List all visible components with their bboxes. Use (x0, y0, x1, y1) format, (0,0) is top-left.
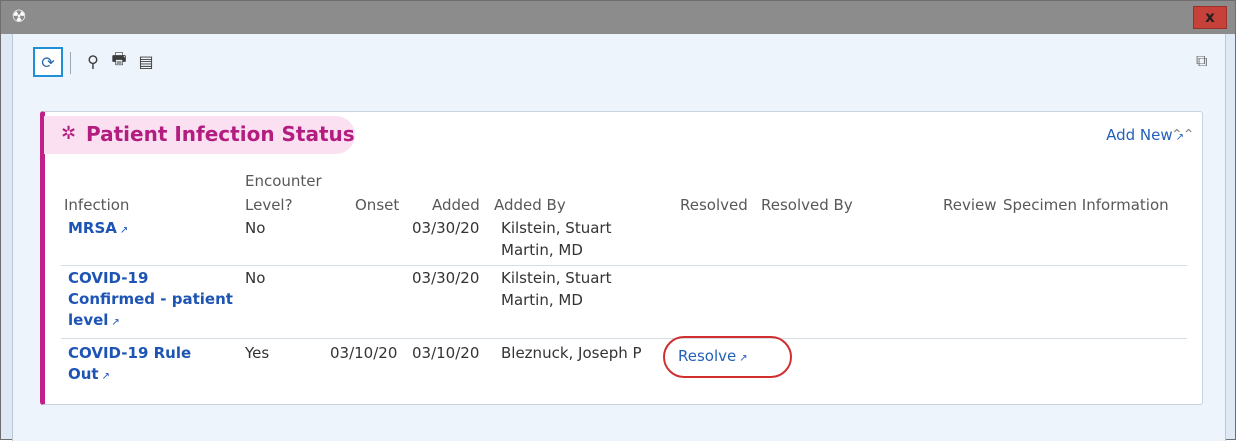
biohazard-app-icon: ☢ (11, 7, 27, 27)
header-encounter-level: Level? (245, 196, 293, 214)
header-added: Added (432, 196, 480, 214)
header-onset: Onset (355, 196, 400, 214)
infection-name-line2: Out (68, 365, 99, 383)
copy-button[interactable]: ▤ (134, 49, 158, 73)
encounter-level-cell: No (245, 219, 266, 237)
added-date-cell: 03/10/20 (412, 344, 480, 362)
panel-title: Patient Infection Status (86, 122, 355, 146)
encounter-level-cell: Yes (245, 344, 270, 362)
external-link-icon: ↗ (101, 371, 110, 382)
copy-icon: ▤ (138, 51, 154, 71)
infection-name: MRSA (68, 219, 117, 237)
added-by-cell-line2: Martin, MD (501, 291, 583, 309)
refresh-button[interactable]: ⟳ (33, 47, 63, 77)
add-new-label: Add New (1106, 126, 1173, 144)
biohazard-icon: ✲ (61, 123, 77, 144)
infection-name-line2: Confirmed - patient (68, 290, 233, 308)
highlight-circle (663, 336, 792, 378)
toolbar-separator (70, 52, 71, 74)
added-by-cell-line2: Martin, MD (501, 241, 583, 259)
encounter-level-cell: No (245, 269, 266, 287)
search-button[interactable]: ⚲ (81, 49, 105, 73)
infection-name-line3: level (68, 311, 109, 329)
print-button[interactable]: 🖶 (107, 49, 131, 73)
infection-name: COVID-19 (68, 269, 149, 287)
refresh-icon: ⟳ (41, 52, 55, 72)
infection-link-covid-rule-out[interactable]: COVID-19 Rule Out ↗ (68, 343, 191, 387)
header-infection: Infection (64, 196, 130, 214)
infection-link-mrsa[interactable]: MRSA ↗ (68, 218, 128, 241)
header-added-by: Added By (494, 196, 566, 214)
title-bar: ☢ x (1, 1, 1235, 34)
header-review: Review (943, 196, 997, 214)
infection-link-covid-confirmed[interactable]: COVID-19 Confirmed - patient level ↗ (68, 268, 233, 333)
collapse-icon[interactable]: ⌃⌃ (1171, 125, 1194, 145)
window-copy-icon[interactable]: ⧉ (1196, 51, 1207, 71)
onset-date-cell: 03/10/20 (330, 344, 398, 362)
infection-name: COVID-19 Rule (68, 344, 192, 362)
external-link-icon: ↗ (111, 317, 120, 328)
row-divider (61, 265, 1187, 266)
added-date-cell: 03/30/20 (412, 269, 480, 287)
close-button[interactable]: x (1193, 6, 1227, 29)
header-encounter: Encounter (245, 172, 322, 190)
external-link-icon: ↗ (119, 225, 129, 236)
added-by-cell: Kilstein, Stuart (501, 219, 612, 237)
added-by-cell: Bleznuck, Joseph P (501, 344, 642, 362)
header-resolved-by: Resolved By (761, 196, 853, 214)
added-date-cell: 03/30/20 (412, 219, 480, 237)
added-by-cell: Kilstein, Stuart (501, 269, 612, 287)
row-divider (61, 338, 1187, 339)
search-icon: ⚲ (87, 51, 99, 71)
header-resolved: Resolved (680, 196, 748, 214)
print-icon: 🖶 (111, 48, 127, 68)
header-specimen-information: Specimen Information (1003, 196, 1169, 214)
